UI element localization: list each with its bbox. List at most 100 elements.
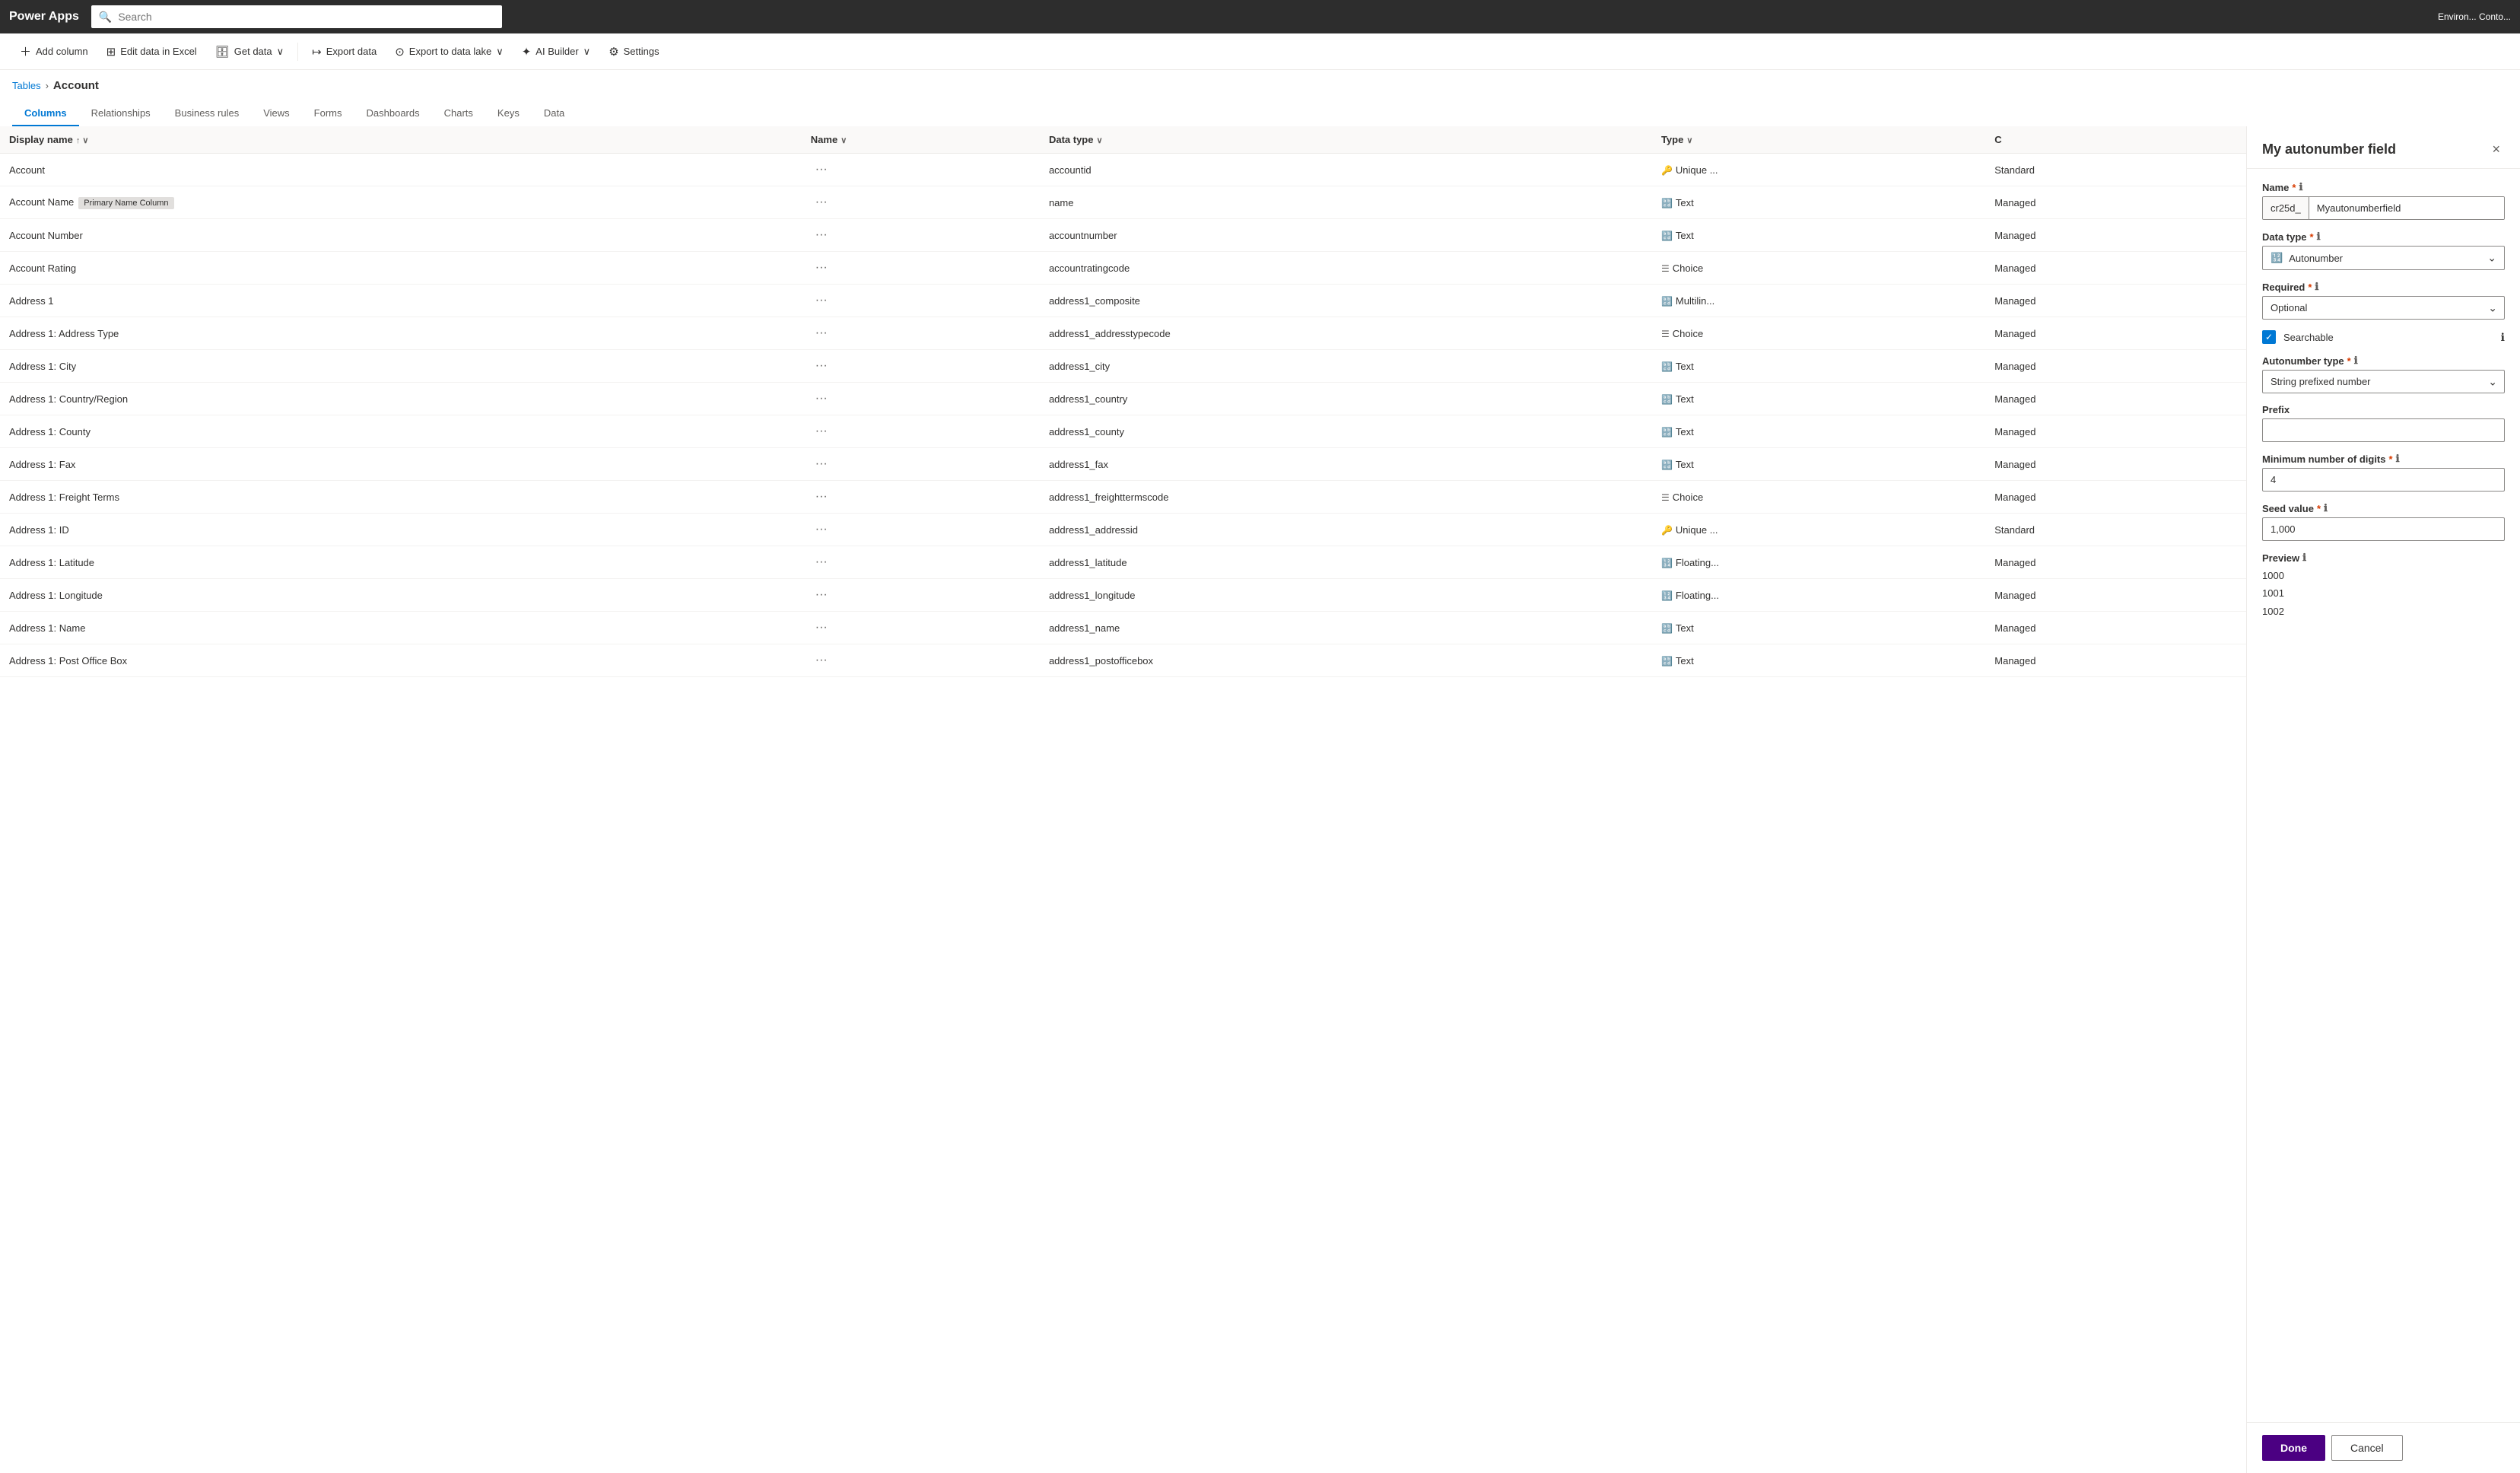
preview-value: 1000 <box>2262 567 2505 584</box>
table-row[interactable]: Address 1: Latitude···address1_latitude🔢… <box>0 546 2246 579</box>
seed-info-icon[interactable]: ℹ <box>2324 502 2328 514</box>
cell-ellipsis: ··· <box>802 154 1040 186</box>
row-menu-button[interactable]: ··· <box>811 488 832 505</box>
tab-dashboards[interactable]: Dashboards <box>354 101 432 126</box>
prefix-input[interactable] <box>2262 418 2505 442</box>
preview-info-icon[interactable]: ℹ <box>2302 552 2306 564</box>
table-row[interactable]: Address 1: Name···address1_name🔡TextMana… <box>0 612 2246 644</box>
row-menu-button[interactable]: ··· <box>811 456 832 472</box>
sort-icon-data-type: ∨ <box>1096 136 1102 145</box>
required-select-wrapper[interactable]: Optional Business required Business reco… <box>2262 296 2505 320</box>
cell-type: Standard <box>1985 514 2246 546</box>
table-row[interactable]: Address 1: Post Office Box···address1_po… <box>0 644 2246 677</box>
done-button[interactable]: Done <box>2262 1435 2325 1461</box>
table-row[interactable]: Address 1: ID···address1_addressid🔑Uniqu… <box>0 514 2246 546</box>
tab-views[interactable]: Views <box>251 101 301 126</box>
cancel-button[interactable]: Cancel <box>2331 1435 2403 1461</box>
table-row[interactable]: Account···accountid🔑Unique ...Standard <box>0 154 2246 186</box>
th-type[interactable]: Type∨ <box>1652 126 1985 154</box>
export-data-label: Export data <box>326 46 377 57</box>
table-row[interactable]: Address 1: Address Type···address1_addre… <box>0 317 2246 350</box>
table-row[interactable]: Address 1: County···address1_county🔡Text… <box>0 415 2246 448</box>
row-menu-button[interactable]: ··· <box>811 652 832 669</box>
add-column-button[interactable]: ＋ Add column <box>12 39 96 64</box>
search-input[interactable] <box>118 11 494 23</box>
name-info-icon[interactable]: ℹ <box>2299 181 2302 193</box>
name-required: * <box>2292 182 2296 193</box>
tab-forms[interactable]: Forms <box>302 101 354 126</box>
row-menu-button[interactable]: ··· <box>811 227 832 243</box>
row-menu-button[interactable]: ··· <box>811 554 832 571</box>
min-digits-required: * <box>2389 453 2393 465</box>
preview-label: Preview ℹ <box>2262 552 2505 564</box>
row-menu-button[interactable]: ··· <box>811 325 832 342</box>
row-menu-button[interactable]: ··· <box>811 194 832 211</box>
get-data-button[interactable]: 🗄 Get data ∨ <box>208 40 291 63</box>
row-menu-button[interactable]: ··· <box>811 358 832 374</box>
row-menu-button[interactable]: ··· <box>811 423 832 440</box>
export-lake-button[interactable]: ⊙ Export to data lake ∨ <box>387 40 511 63</box>
searchable-checkbox[interactable]: ✓ <box>2262 330 2276 344</box>
close-button[interactable]: × <box>2487 140 2505 159</box>
row-menu-button[interactable]: ··· <box>811 390 832 407</box>
tab-business-rules[interactable]: Business rules <box>163 101 252 126</box>
row-menu-button[interactable]: ··· <box>811 521 832 538</box>
datatype-info-icon[interactable]: ℹ <box>2317 231 2321 243</box>
autonumber-type-select-wrapper[interactable]: String prefixed number Date prefixed num… <box>2262 370 2505 393</box>
table-row[interactable]: Address 1···address1_composite🔡Multilin.… <box>0 285 2246 317</box>
tab-keys[interactable]: Keys <box>485 101 532 126</box>
min-digits-info-icon[interactable]: ℹ <box>2396 453 2400 465</box>
row-menu-button[interactable]: ··· <box>811 161 832 178</box>
seed-input[interactable] <box>2262 517 2505 541</box>
table-row[interactable]: Account Number···accountnumber🔡TextManag… <box>0 219 2246 252</box>
export-icon: ↦ <box>312 45 322 59</box>
search-bar[interactable]: 🔍 <box>91 5 502 28</box>
required-select[interactable]: Optional Business required Business reco… <box>2262 296 2505 320</box>
datatype-required: * <box>2310 231 2314 243</box>
table-row[interactable]: Address 1: Fax···address1_fax🔡TextManage… <box>0 448 2246 481</box>
excel-icon: ⊞ <box>106 45 116 59</box>
row-menu-button[interactable]: ··· <box>811 259 832 276</box>
export-data-button[interactable]: ↦ Export data <box>304 40 384 63</box>
table-row[interactable]: Address 1: Longitude···address1_longitud… <box>0 579 2246 612</box>
th-data-type[interactable]: Data type∨ <box>1040 126 1652 154</box>
tab-relationships[interactable]: Relationships <box>79 101 163 126</box>
name-input[interactable] <box>2309 197 2504 219</box>
searchable-info-icon[interactable]: ℹ <box>2501 331 2505 344</box>
table-row[interactable]: Address 1: City···address1_city🔡TextMana… <box>0 350 2246 383</box>
cell-type: Managed <box>1985 644 2246 677</box>
table-row[interactable]: Account Rating···accountratingcode☰Choic… <box>0 252 2246 285</box>
table-row[interactable]: Account NamePrimary Name Column···name🔡T… <box>0 186 2246 219</box>
seed-label: Seed value * ℹ <box>2262 502 2505 514</box>
sort-icon-type: ∨ <box>1686 136 1692 145</box>
table-row[interactable]: Address 1: Country/Region···address1_cou… <box>0 383 2246 415</box>
row-menu-button[interactable]: ··· <box>811 619 832 636</box>
tab-columns[interactable]: Columns <box>12 101 79 126</box>
ai-builder-button[interactable]: ✦ AI Builder ∨ <box>514 40 598 63</box>
datatype-select[interactable]: Autonumber Text Choice Date and time Loo… <box>2289 253 2496 264</box>
required-info-icon[interactable]: ℹ <box>2315 281 2318 293</box>
side-panel-header: My autonumber field × <box>2247 126 2520 169</box>
tab-data[interactable]: Data <box>532 101 577 126</box>
table-row[interactable]: Address 1: Freight Terms···address1_frei… <box>0 481 2246 514</box>
edit-excel-button[interactable]: ⊞ Edit data in Excel <box>99 40 205 63</box>
th-name[interactable]: Name∨ <box>802 126 1040 154</box>
settings-button[interactable]: ⚙ Settings <box>601 40 666 63</box>
datatype-select-wrapper[interactable]: 🔢 Autonumber Text Choice Date and time L… <box>2262 246 2505 270</box>
min-digits-input[interactable] <box>2262 468 2505 492</box>
autonumber-type-select[interactable]: String prefixed number Date prefixed num… <box>2262 370 2505 393</box>
row-menu-button[interactable]: ··· <box>811 292 832 309</box>
tab-charts[interactable]: Charts <box>432 101 485 126</box>
prefix-field-group: Prefix <box>2262 404 2505 442</box>
datatype-icon: 🔢 <box>1661 558 1673 568</box>
row-menu-button[interactable]: ··· <box>811 587 832 603</box>
cell-datatype: 🔡Multilin... <box>1652 285 1985 317</box>
cell-type: Managed <box>1985 415 2246 448</box>
autonumber-type-info-icon[interactable]: ℹ <box>2354 355 2358 367</box>
name-label: Name * ℹ <box>2262 181 2505 193</box>
edit-excel-label: Edit data in Excel <box>120 46 196 57</box>
th-display-name[interactable]: Display name↑ ∨ <box>0 126 802 154</box>
breadcrumb-tables[interactable]: Tables <box>12 80 41 91</box>
required-field-group: Required * ℹ Optional Business required … <box>2262 281 2505 320</box>
cell-name: address1_freighttermscode <box>1040 481 1652 514</box>
